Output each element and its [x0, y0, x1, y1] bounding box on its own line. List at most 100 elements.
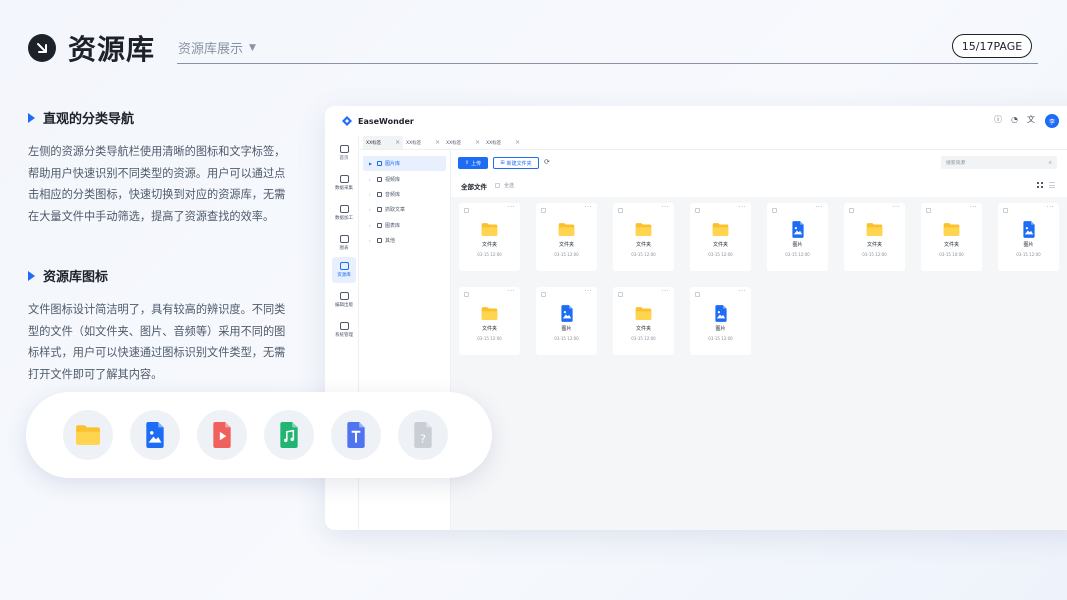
- checkbox[interactable]: [618, 208, 623, 213]
- checkbox[interactable]: [541, 292, 546, 297]
- search-input[interactable]: 搜索资源 ⌕: [941, 156, 1057, 169]
- list-view-icon[interactable]: [1049, 182, 1055, 188]
- close-icon[interactable]: ×: [395, 139, 400, 146]
- tree-item-other[interactable]: › 其他: [359, 233, 450, 248]
- new-folder-button[interactable]: ⊞ 新建文件夹: [493, 157, 539, 169]
- more-icon[interactable]: ···: [585, 204, 592, 211]
- checkbox[interactable]: [849, 208, 854, 213]
- grid-view-icon[interactable]: [1037, 182, 1043, 188]
- checkbox[interactable]: [618, 292, 623, 297]
- file-name: 文件夹: [558, 242, 574, 248]
- subtitle-label: 资源库展示: [178, 42, 244, 57]
- checkbox[interactable]: [695, 292, 700, 297]
- section-body: 左侧的资源分类导航栏使用清晰的图标和文字标签，帮助用户快速识别不同类型的资源。用…: [28, 145, 286, 223]
- close-icon[interactable]: ×: [515, 139, 520, 146]
- more-icon[interactable]: ···: [893, 204, 900, 211]
- help-icon[interactable]: ⓘ: [994, 115, 1002, 125]
- checkbox[interactable]: [1003, 208, 1008, 213]
- more-icon[interactable]: ···: [585, 288, 592, 295]
- file-card[interactable]: ··· 图片 03-15 12:00: [767, 203, 828, 271]
- image-file-icon: [1022, 221, 1039, 238]
- select-all-label: 全选: [504, 183, 515, 189]
- tree-item-charts[interactable]: › 图表库: [359, 218, 450, 233]
- file-date: 03-15 12:00: [477, 252, 502, 257]
- file-card[interactable]: ··· 图片 03-15 12:00: [536, 287, 597, 355]
- video-file-icon: [197, 410, 247, 460]
- file-card[interactable]: ··· 图片 03-15 12:00: [690, 287, 751, 355]
- nav-item-chart[interactable]: 图表: [332, 230, 356, 256]
- nav-item-resources[interactable]: 资源库: [332, 257, 356, 283]
- more-icon[interactable]: ···: [739, 288, 746, 295]
- nav-label: 数据采集: [335, 186, 353, 191]
- file-card[interactable]: ··· 文件夹 03-15 12:00: [459, 287, 520, 355]
- nav-item-collect[interactable]: 数据采集: [332, 170, 356, 196]
- avatar[interactable]: 李: [1045, 114, 1059, 128]
- file-card[interactable]: ··· 文件夹 03-15 12:00: [690, 203, 751, 271]
- tree-item-articles[interactable]: › 抓取文章: [359, 202, 450, 217]
- grid-icon: [339, 262, 349, 270]
- app-logo[interactable]: EaseWonder: [341, 115, 414, 127]
- file-card[interactable]: ··· 文件夹 03-15 12:00: [844, 203, 905, 271]
- home-icon: [339, 145, 349, 153]
- tree-item-audio[interactable]: › 音频库: [359, 187, 450, 202]
- checkbox[interactable]: [926, 208, 931, 213]
- more-icon[interactable]: ···: [739, 204, 746, 211]
- checkbox[interactable]: [695, 208, 700, 213]
- tab-2[interactable]: XX标签 ×: [403, 136, 443, 149]
- nav-item-home[interactable]: 首页: [332, 140, 356, 166]
- section-title-text: 资源库图标: [43, 270, 109, 285]
- article-icon: [377, 207, 382, 213]
- upload-button[interactable]: ⇪ 上传: [458, 157, 488, 169]
- tree-label: 抓取文章: [385, 207, 406, 214]
- checkbox[interactable]: [772, 208, 777, 213]
- file-card[interactable]: ··· 文件夹 03-15 12:00: [459, 203, 520, 271]
- caret-right-icon: ▶: [369, 161, 373, 167]
- folder-icon: [866, 222, 883, 237]
- more-icon[interactable]: ···: [970, 204, 977, 211]
- tab-4[interactable]: XX标签 ×: [483, 136, 523, 149]
- nav-item-process[interactable]: 数据加工: [332, 200, 356, 226]
- file-date: 03-15 12:00: [477, 336, 502, 341]
- file-card[interactable]: ··· 文件夹 03-15 12:00: [613, 203, 674, 271]
- tab-3[interactable]: XX标签 ×: [443, 136, 483, 149]
- section-title: 资源库图标: [28, 266, 290, 285]
- select-all-checkbox[interactable]: 全选: [495, 182, 514, 189]
- file-card[interactable]: ··· 图片 03-15 12:00: [998, 203, 1059, 271]
- image-file-icon: [560, 305, 577, 322]
- folder-icon: [635, 306, 652, 321]
- more-icon[interactable]: ···: [508, 288, 515, 295]
- more-icon[interactable]: ···: [508, 204, 515, 211]
- close-icon[interactable]: ×: [475, 139, 480, 146]
- nav-item-publish[interactable]: 编辑出版: [332, 287, 356, 313]
- subtitle-dropdown[interactable]: 资源库展示 ▼: [178, 38, 256, 57]
- file-grid: ··· 文件夹 03-15 12:00 ··· 文件夹 03-15 12:00 ··· 文件夹…: [459, 203, 1067, 355]
- more-icon[interactable]: ···: [816, 204, 823, 211]
- tree-item-images[interactable]: ▶ 图片库: [363, 156, 446, 172]
- file-card[interactable]: ··· 文件夹 03-15 10:00: [921, 203, 982, 271]
- refresh-icon[interactable]: ⟳: [544, 158, 550, 166]
- checkbox[interactable]: [464, 208, 469, 213]
- bell-icon[interactable]: ◔: [1011, 115, 1018, 125]
- checkbox[interactable]: [541, 208, 546, 213]
- tree-label: 图片库: [385, 161, 401, 168]
- search-placeholder: 搜索资源: [946, 161, 966, 166]
- file-date: 03-15 12:00: [708, 252, 733, 257]
- checkbox[interactable]: [464, 292, 469, 297]
- close-icon[interactable]: ×: [435, 139, 440, 146]
- checkbox[interactable]: [495, 183, 500, 188]
- more-icon[interactable]: ···: [662, 204, 669, 211]
- tab-1[interactable]: XX标签 ×: [363, 136, 403, 149]
- file-card[interactable]: ··· 文件夹 03-15 12:00: [536, 203, 597, 271]
- nav-item-system[interactable]: 系统管理: [332, 317, 356, 343]
- chart-icon: [339, 235, 349, 243]
- file-card[interactable]: ··· 文件夹 03-15 12:00: [613, 287, 674, 355]
- more-icon[interactable]: ···: [662, 288, 669, 295]
- file-date: 03-15 10:00: [939, 252, 964, 257]
- search-icon[interactable]: ⌕: [1049, 159, 1052, 167]
- more-icon[interactable]: ···: [1047, 204, 1054, 211]
- tree-item-videos[interactable]: › 视频库: [359, 171, 450, 186]
- plus-icon: ⊞: [500, 160, 505, 166]
- translate-icon[interactable]: 文: [1027, 115, 1035, 125]
- tree-label: 视频库: [385, 176, 401, 183]
- folder-icon: [481, 306, 498, 321]
